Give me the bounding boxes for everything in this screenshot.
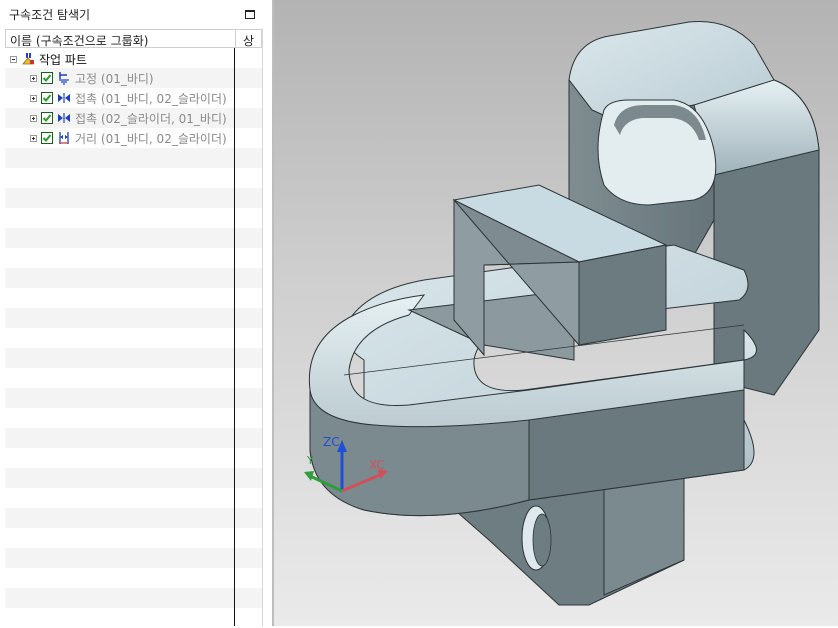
tree-node-constraint[interactable]: 접촉 (01_바디, 02_슬라이더) [30,89,227,107]
tree-row-background [5,288,262,308]
constraint-navigator-panel: 구속조건 탐색기 이름 (구속조건으로 그룹화) 상 작업 파트 고정 (01_… [0,0,268,626]
maximize-icon[interactable] [245,10,255,19]
triad-z-label: ZC [323,435,340,449]
tree-node-constraint[interactable]: 고정 (01_바디) [30,69,154,87]
fix-constraint-icon [59,72,69,85]
tree-row-background [5,328,262,348]
expand-icon[interactable] [30,74,37,82]
tree-row-background [5,148,262,168]
tree-node-constraint[interactable]: 거리 (01_바디, 02_슬라이더) [30,129,227,147]
tree-row-background [5,228,262,248]
tree-row-background [5,588,262,608]
tree-node-label: 거리 (01_바디, 02_슬라이더) [75,131,227,146]
work-part-constraint-icon [22,53,34,65]
expand-icon[interactable] [30,94,37,102]
tree-node-label: 접촉 (01_바디, 02_슬라이더) [75,91,227,106]
tree-row-background [5,428,262,448]
triad-y-label: Y [307,454,314,467]
visibility-checkbox[interactable] [41,112,53,124]
column-separator[interactable] [235,30,236,47]
column-header: 이름 (구속조건으로 그룹화) 상 [5,29,262,48]
visibility-checkbox[interactable] [41,92,53,104]
touch-constraint-icon [58,113,70,123]
column-divider [234,48,235,626]
visibility-checkbox[interactable] [41,72,53,84]
expand-icon[interactable] [30,114,37,122]
tree-row-background [5,608,262,628]
tree-row-background [5,188,262,208]
tree-row-background [5,568,262,588]
tree-node-constraint[interactable]: 접촉 (02_슬라이더, 01_바디) [30,109,227,127]
tree-row-background [5,308,262,328]
tree-row-background [5,208,262,228]
panel-title: 구속조건 탐색기 [9,8,91,22]
tree-row-background [5,548,262,568]
triad-x-label: XC [369,458,385,472]
tree-node-label: 고정 (01_바디) [75,71,154,86]
collapse-icon[interactable] [10,55,17,63]
tree-row-background [5,468,262,488]
tree-row-background [5,348,262,368]
column-name-header[interactable]: 이름 (구속조건으로 그룹화) [10,32,148,49]
tree-row-background [5,268,262,288]
tree-node-work-part[interactable]: 작업 파트 [10,50,87,68]
tree-row-background [5,508,262,528]
tree-row-background [5,448,262,468]
graphics-viewport[interactable]: ZC XC Y [274,0,838,626]
tree-row-background [5,488,262,508]
tree-row-background [5,248,262,268]
tree-row-background [5,388,262,408]
visibility-checkbox[interactable] [41,132,53,144]
tree-row-background [5,408,262,428]
tree-row-background [5,528,262,548]
tree-row-background [5,368,262,388]
distance-constraint-icon [59,132,69,144]
expand-icon[interactable] [30,134,37,142]
column-status-header[interactable]: 상 [243,32,254,49]
tree-node-label: 접촉 (02_슬라이더, 01_바디) [75,111,227,126]
tree-node-label: 작업 파트 [39,52,87,67]
touch-constraint-icon [58,93,70,103]
assembly-model [304,20,820,606]
tree-row-background [5,168,262,188]
